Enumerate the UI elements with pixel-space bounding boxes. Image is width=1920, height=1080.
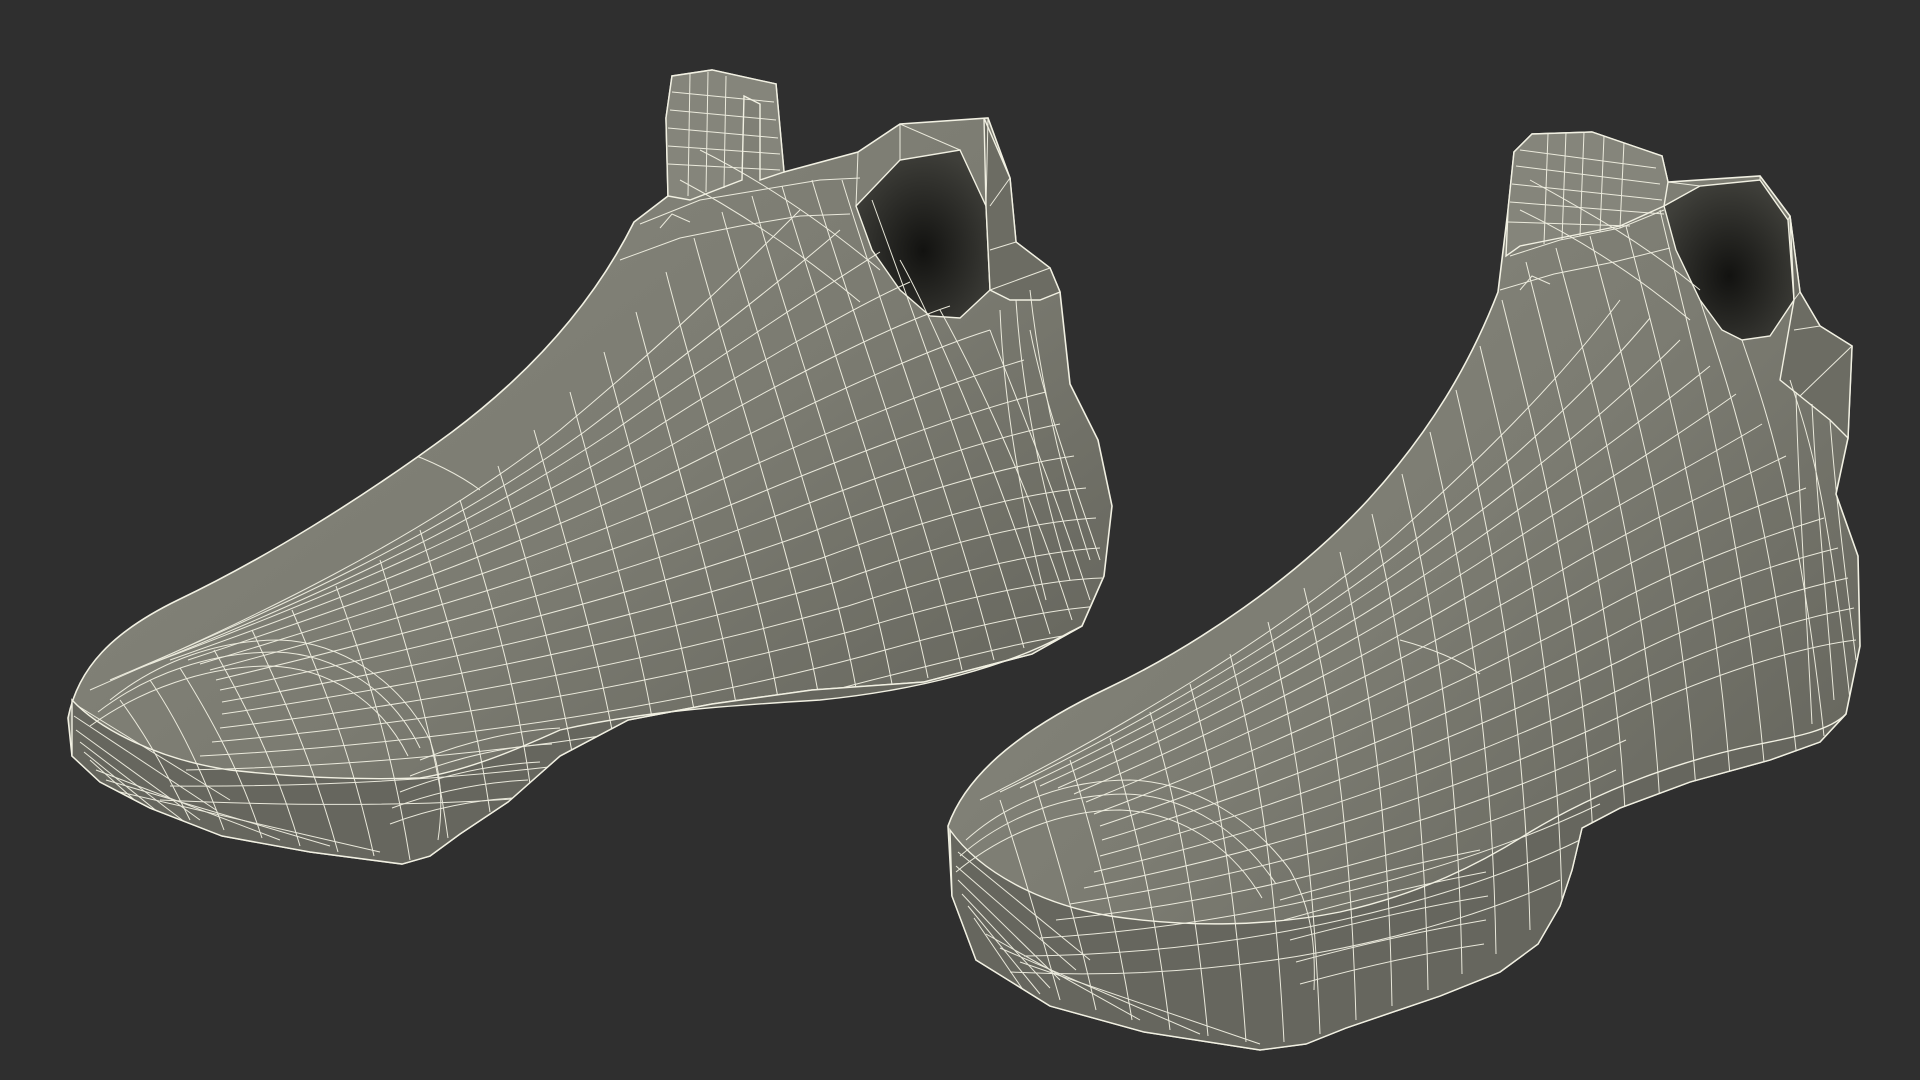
render-viewport — [0, 0, 1920, 1080]
scene-canvas — [0, 0, 1920, 1080]
